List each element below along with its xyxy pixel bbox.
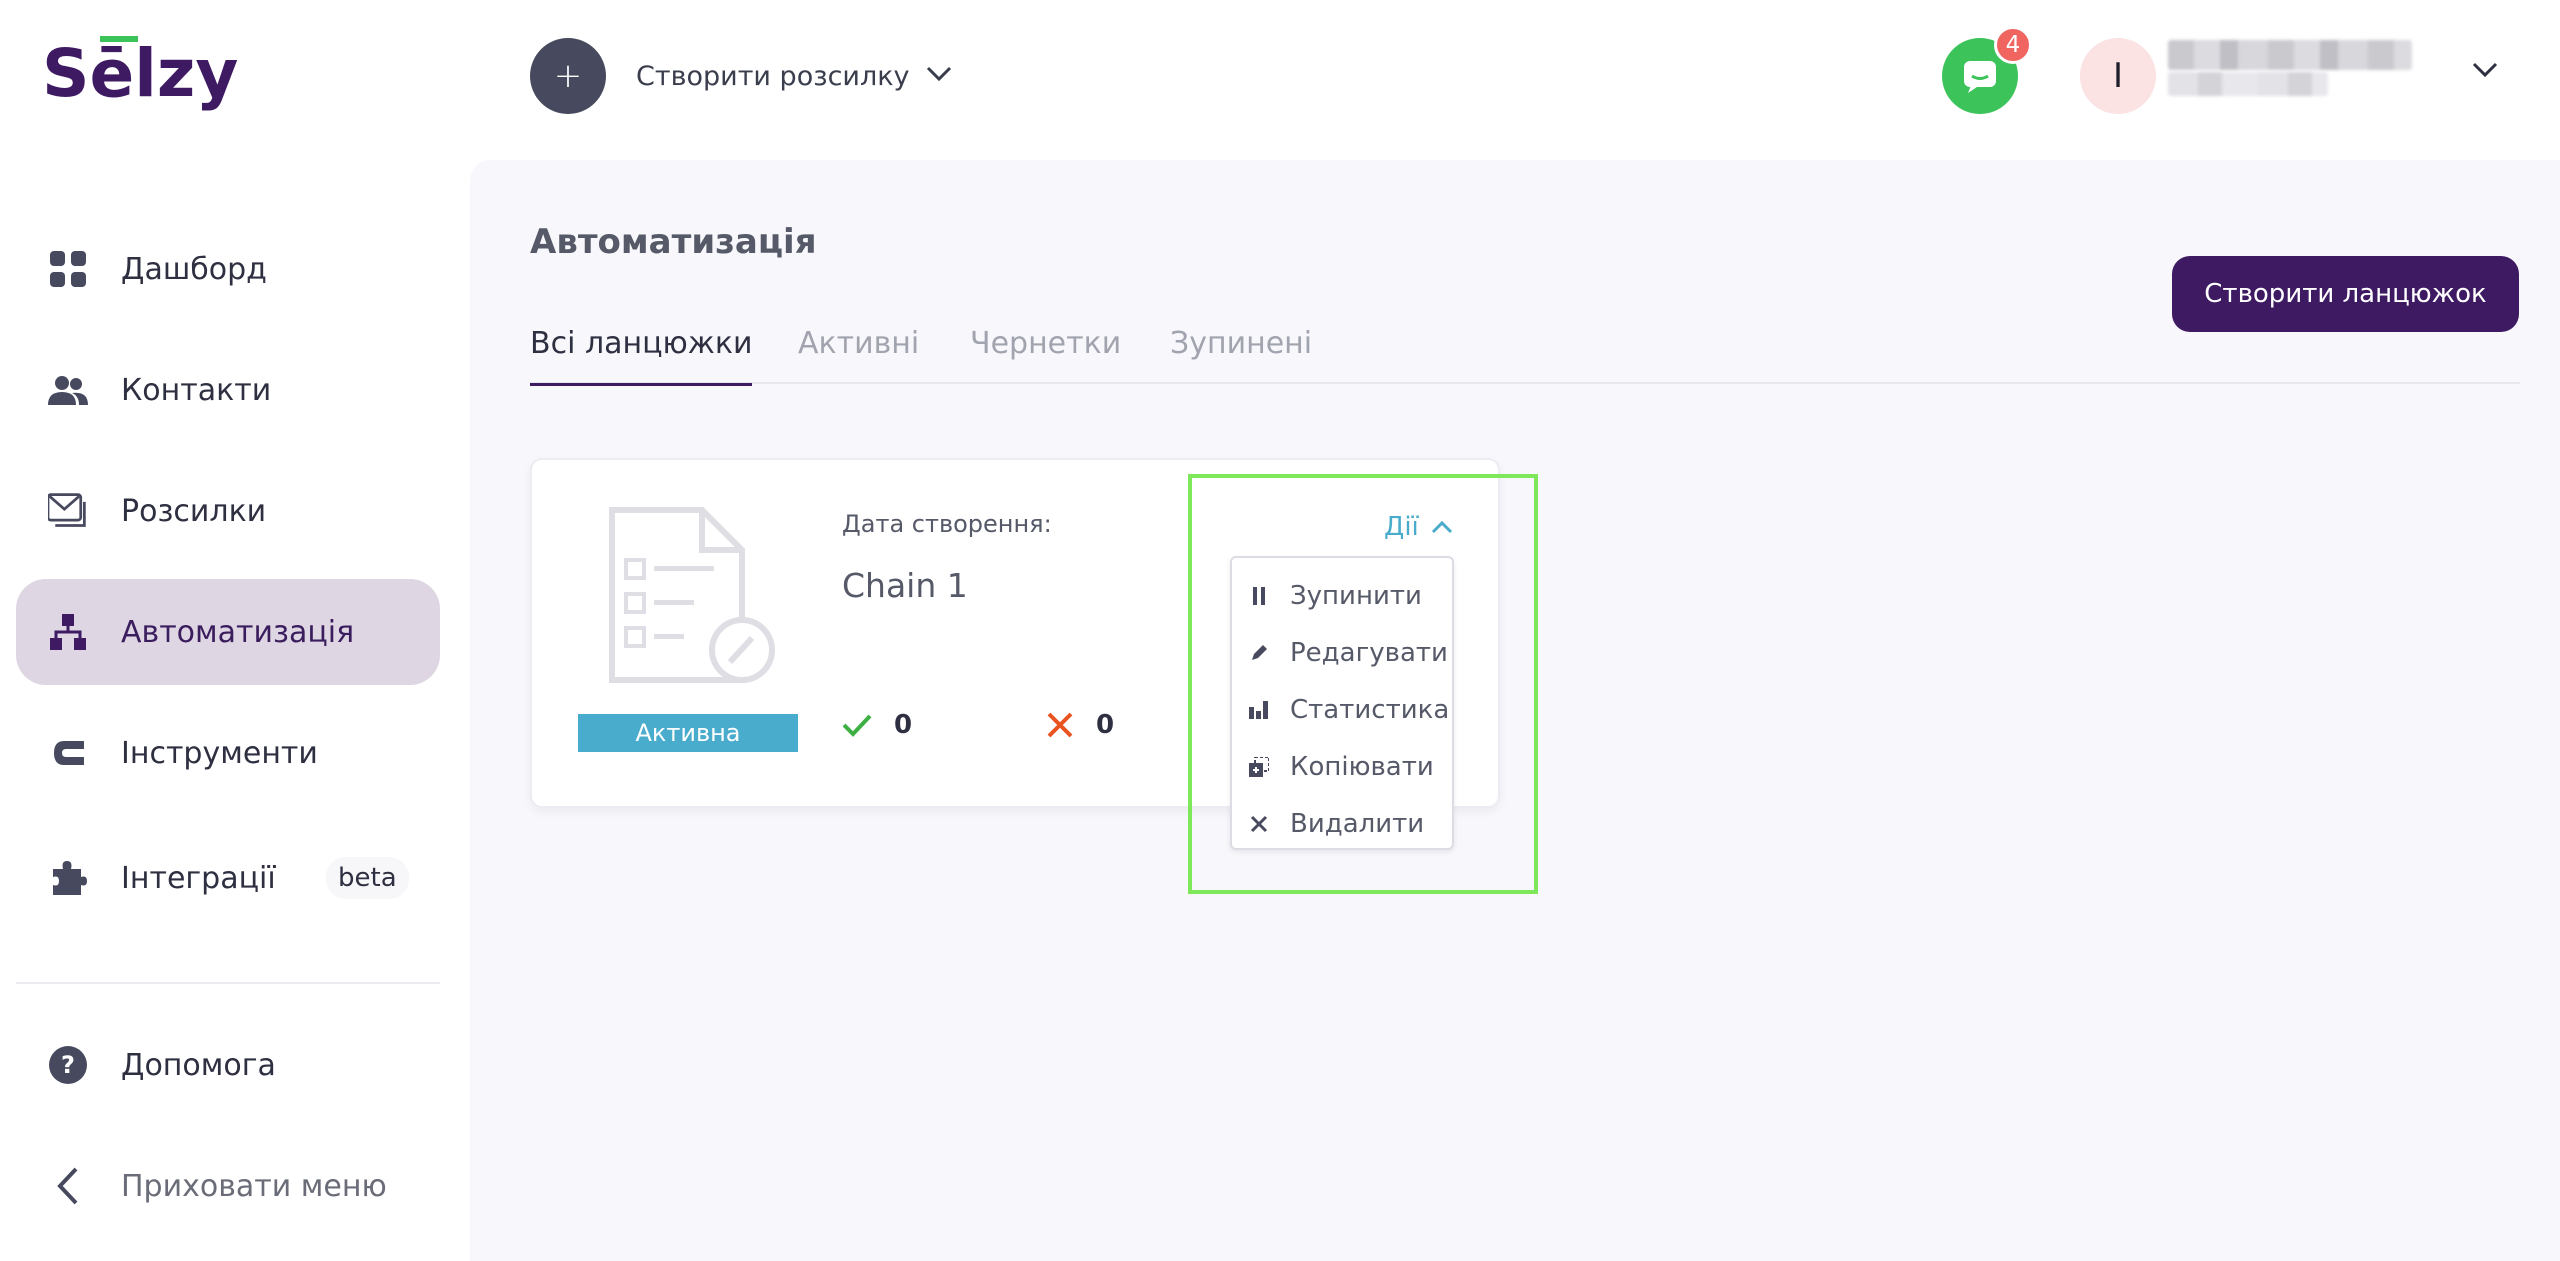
user-menu-chevron-icon[interactable] (2472, 62, 2498, 82)
tabs: Всі ланцюжки Активні Чернетки Зупинені (530, 314, 2520, 386)
contacts-icon (48, 370, 88, 410)
pause-icon (1248, 585, 1270, 607)
actions-menu: Зупинити Редагувати Статистика Копіювати… (1230, 556, 1454, 850)
chain-name[interactable]: Chain 1 (842, 566, 968, 605)
menu-item-stop[interactable]: Зупинити (1232, 568, 1452, 624)
beta-badge: beta (326, 857, 409, 899)
tab-active[interactable]: Активні (798, 326, 919, 383)
sidebar-item-label: Інтеграції (121, 860, 276, 896)
sidebar: Дашборд Контакти Розсилки Автоматизація … (0, 160, 470, 1261)
status-badge: Активна (578, 714, 798, 752)
fail-count: 0 (1096, 710, 1115, 740)
logo-text: Sēlzy (42, 35, 238, 112)
sidebar-item-contacts[interactable]: Контакти (16, 337, 440, 443)
sidebar-item-label: Розсилки (121, 493, 267, 529)
success-count: 0 (894, 710, 913, 740)
create-mailing-label: Створити розсилку (636, 60, 910, 92)
tab-stopped[interactable]: Зупинені (1170, 326, 1312, 383)
dashboard-icon (48, 249, 88, 289)
create-mailing-dropdown[interactable]: + Створити розсилку (530, 38, 952, 114)
stats-icon (1248, 699, 1270, 721)
chat-icon (1964, 61, 1996, 93)
svg-text:?: ? (61, 1051, 75, 1079)
selzy-logo[interactable]: Sēlzy (42, 28, 282, 118)
menu-item-label: Видалити (1290, 809, 1425, 839)
menu-item-label: Копіювати (1290, 752, 1434, 782)
menu-item-edit[interactable]: Редагувати (1232, 625, 1452, 681)
user-email-redacted (2168, 72, 2328, 96)
plus-icon[interactable]: + (530, 38, 606, 114)
created-date-label: Дата створення: (842, 510, 1052, 538)
hide-menu-label: Приховати меню (121, 1168, 387, 1204)
mailings-icon (48, 491, 88, 531)
sidebar-divider (16, 982, 440, 984)
cross-icon (1047, 712, 1073, 738)
sidebar-item-tools[interactable]: Інструменти (16, 700, 440, 806)
page-title: Автоматизація (530, 222, 817, 262)
sidebar-item-dashboard[interactable]: Дашборд (16, 216, 440, 322)
chevron-down-icon (926, 66, 952, 86)
menu-item-stats[interactable]: Статистика (1232, 682, 1452, 738)
menu-item-delete[interactable]: Видалити (1232, 796, 1452, 852)
avatar[interactable]: І (2080, 38, 2156, 114)
menu-item-copy[interactable]: Копіювати (1232, 739, 1452, 795)
sidebar-item-automation[interactable]: Автоматизація (16, 579, 440, 685)
menu-item-label: Зупинити (1290, 581, 1422, 611)
sidebar-item-label: Контакти (121, 372, 272, 408)
check-icon (842, 714, 872, 737)
sidebar-item-label: Допомога (121, 1047, 276, 1083)
tab-drafts[interactable]: Чернетки (970, 326, 1121, 383)
sidebar-item-help[interactable]: ? Допомога (16, 1012, 440, 1118)
chain-document-icon (602, 500, 782, 694)
menu-item-label: Редагувати (1290, 638, 1448, 668)
help-icon: ? (48, 1045, 88, 1085)
sidebar-item-integrations[interactable]: Інтеграції beta (16, 825, 440, 931)
hide-menu-button[interactable]: Приховати меню (16, 1133, 440, 1239)
pencil-icon (1248, 642, 1270, 664)
tools-icon (48, 733, 88, 773)
menu-item-label: Статистика (1290, 695, 1450, 725)
chevron-left-icon (48, 1166, 88, 1206)
success-stat: 0 (842, 710, 912, 740)
notification-badge: 4 (1994, 26, 2032, 64)
sidebar-item-label: Інструменти (121, 735, 318, 771)
sidebar-item-mailings[interactable]: Розсилки (16, 458, 440, 564)
integrations-icon (48, 858, 88, 898)
automation-icon (48, 612, 88, 652)
sidebar-item-label: Автоматизація (121, 614, 355, 650)
tab-all-chains[interactable]: Всі ланцюжки (530, 326, 753, 386)
close-icon (1248, 813, 1270, 835)
copy-icon (1248, 756, 1270, 778)
fail-stat: 0 (1046, 710, 1114, 740)
sidebar-item-label: Дашборд (121, 251, 267, 287)
user-name-redacted (2168, 40, 2412, 70)
